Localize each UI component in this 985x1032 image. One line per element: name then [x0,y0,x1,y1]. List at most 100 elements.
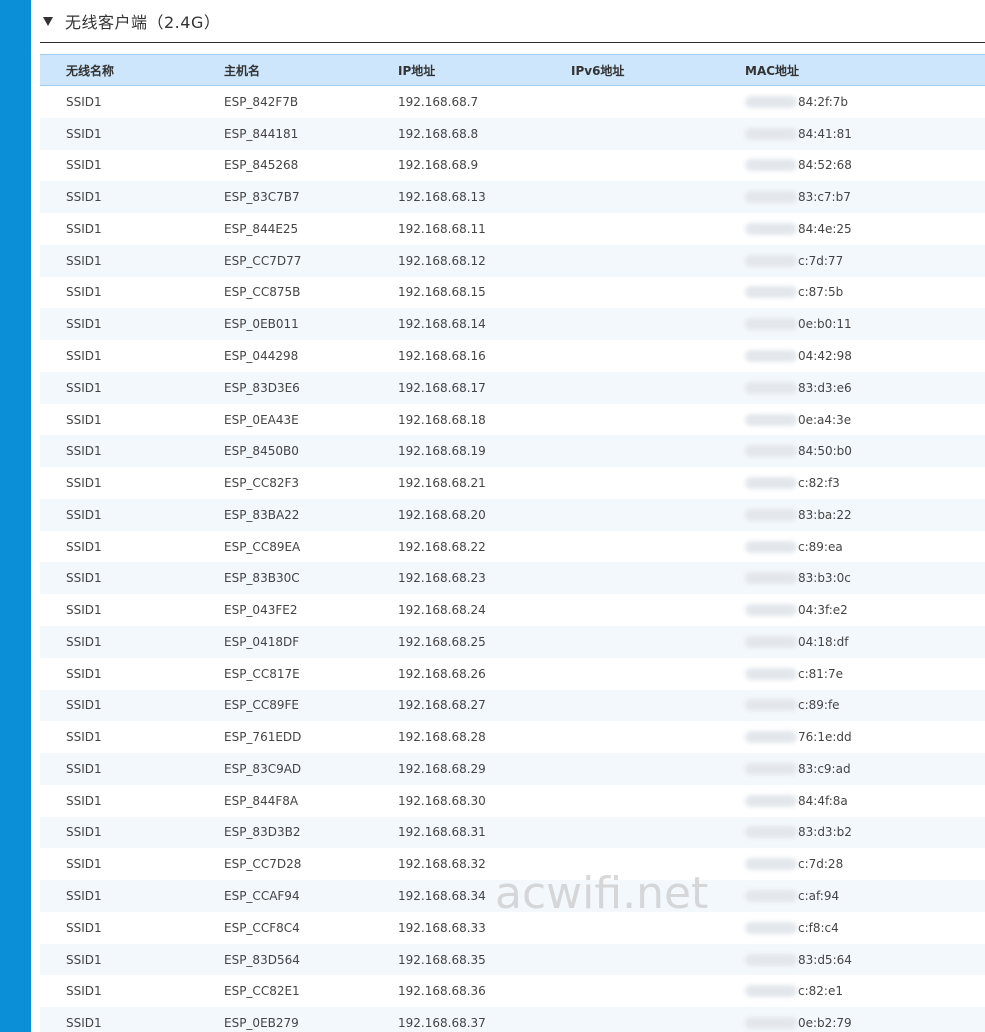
cell-ssid: SSID1 [66,253,102,268]
cell-hostname: ESP_83D564 [224,952,300,967]
mac-blur-mask [745,127,797,140]
cell-ip: 192.168.68.33 [398,920,486,935]
cell-hostname: ESP_0EA43E [224,412,299,427]
mac-blur-mask [745,508,797,521]
cell-hostname: ESP_761EDD [224,730,302,745]
table-row: SSID1 ESP_761EDD 192.168.68.28 76:1e:dd [40,721,985,754]
cell-hostname: ESP_83C7B7 [224,190,300,205]
side-bar [0,0,31,1032]
mac-suffix: 83:c7:b7 [798,190,851,205]
table-row: SSID1 ESP_844F8A 192.168.68.30 84:4f:8a [40,784,985,817]
mac-blur-mask [745,191,797,204]
cell-mac: c:89:ea [745,540,843,554]
mac-suffix: 83:d5:64 [798,952,852,967]
cell-ssid: SSID1 [66,571,102,586]
cell-ssid: SSID1 [66,221,102,236]
cell-hostname: ESP_8450B0 [224,444,299,459]
mac-suffix: 0e:b2:79 [798,1016,852,1031]
column-header-ipv6: IPv6地址 [571,63,625,78]
table-row: SSID1 ESP_044298 192.168.68.16 04:42:98 [40,340,985,372]
page: 无线客户端（2.4G） 无线名称 主机名 IP地址 IPv6地址 MAC地址 S… [0,0,985,1032]
cell-ip: 192.168.68.11 [398,221,486,236]
table-row: SSID1 ESP_83BA22 192.168.68.20 83:ba:22 [40,498,985,531]
mac-blur-mask [745,762,797,775]
table-row: SSID1 ESP_CC817E 192.168.68.26 c:81:7e [40,657,985,690]
mac-blur-mask [745,254,797,267]
cell-mac: c:89:fe [745,698,840,712]
cell-ip: 192.168.68.16 [398,349,486,363]
cell-ssid: SSID1 [66,126,102,141]
cell-hostname: ESP_83D3B2 [224,825,301,840]
cell-mac: 84:2f:7b [745,95,848,109]
cell-hostname: ESP_CC89FE [224,698,299,713]
cell-ip: 192.168.68.37 [398,1016,486,1031]
cell-ssid: SSID1 [66,952,102,967]
table-row: SSID1 ESP_CC82E1 192.168.68.36 c:82:e1 [40,975,985,1008]
cell-ssid: SSID1 [66,666,102,681]
mac-blur-mask [745,445,797,458]
table-row: SSID1 ESP_0418DF 192.168.68.25 04:18:df [40,626,985,658]
mac-blur-mask [745,858,797,871]
cell-hostname: ESP_83D3E6 [224,380,300,395]
cell-hostname: ESP_842F7B [224,94,299,109]
section-header-wireless-clients[interactable]: 无线客户端（2.4G） [40,0,985,43]
cell-mac: 04:3f:e2 [745,603,848,617]
cell-ip: 192.168.68.9 [398,158,479,173]
mac-suffix: c:f8:c4 [798,920,839,935]
mac-suffix: c:7d:28 [798,857,844,872]
cell-ip: 192.168.68.18 [398,412,486,427]
cell-hostname: ESP_CC817E [224,666,300,681]
cell-ip: 192.168.68.14 [398,317,486,332]
table-row: SSID1 ESP_0EA43E 192.168.68.18 0e:a4:3e [40,403,985,436]
table-row: SSID1 ESP_0EB011 192.168.68.14 0e:b0:11 [40,308,985,341]
mac-blur-mask [745,635,797,648]
cell-ip: 192.168.68.30 [398,793,486,808]
cell-hostname: ESP_83BA22 [224,507,300,522]
table-row: SSID1 ESP_83C9AD 192.168.68.29 83:c9:ad [40,753,985,785]
mac-blur-mask [745,572,797,585]
cell-ip: 192.168.68.36 [398,984,486,999]
cell-mac: 83:d3:e6 [745,381,852,395]
cell-mac: 83:d3:b2 [745,825,852,839]
cell-mac: 83:c7:b7 [745,190,851,204]
cell-ssid: SSID1 [66,380,102,395]
table-row: SSID1 ESP_CCF8C4 192.168.68.33 c:f8:c4 [40,911,985,944]
cell-ip: 192.168.68.20 [398,507,486,522]
cell-ip: 192.168.68.21 [398,476,486,491]
mac-suffix: 84:41:81 [798,126,852,141]
mac-suffix: 84:52:68 [798,158,852,173]
cell-hostname: ESP_0418DF [224,634,300,649]
table-row: SSID1 ESP_844E25 192.168.68.11 84:4e:25 [40,213,985,245]
table-header: 无线名称 主机名 IP地址 IPv6地址 MAC地址 [40,54,985,86]
cell-hostname: ESP_844181 [224,126,299,141]
cell-hostname: ESP_043FE2 [224,603,298,618]
table-row: SSID1 ESP_83D3B2 192.168.68.31 83:d3:b2 [40,816,985,849]
cell-ssid: SSID1 [66,349,102,363]
table-row: SSID1 ESP_CC89EA 192.168.68.22 c:89:ea [40,530,985,563]
cell-hostname: ESP_CCAF94 [224,889,300,904]
cell-hostname: ESP_0EB011 [224,317,299,332]
cell-mac: 84:41:81 [745,127,852,141]
cell-ip: 192.168.68.8 [398,126,479,141]
cell-mac: 84:52:68 [745,158,852,172]
collapse-triangle-icon[interactable] [43,17,53,26]
cell-ssid: SSID1 [66,317,102,332]
mac-blur-mask [745,953,797,966]
cell-hostname: ESP_CC7D28 [224,857,302,872]
cell-hostname: ESP_CCF8C4 [224,920,300,935]
mac-blur-mask [745,1017,797,1030]
cell-ssid: SSID1 [66,476,102,491]
cell-ip: 192.168.68.25 [398,634,486,649]
cell-ssid: SSID1 [66,94,102,109]
cell-ip: 192.168.68.24 [398,603,486,618]
mac-suffix: 84:4e:25 [798,221,852,236]
cell-ssid: SSID1 [66,761,102,776]
cell-ssid: SSID1 [66,825,102,840]
cell-ssid: SSID1 [66,539,102,554]
cell-mac: c:87:5b [745,285,843,299]
cell-mac: 84:4f:8a [745,794,848,808]
cell-ip: 192.168.68.7 [398,94,479,109]
cell-hostname: ESP_044298 [224,349,299,363]
cell-ssid: SSID1 [66,730,102,745]
mac-blur-mask [745,699,797,712]
